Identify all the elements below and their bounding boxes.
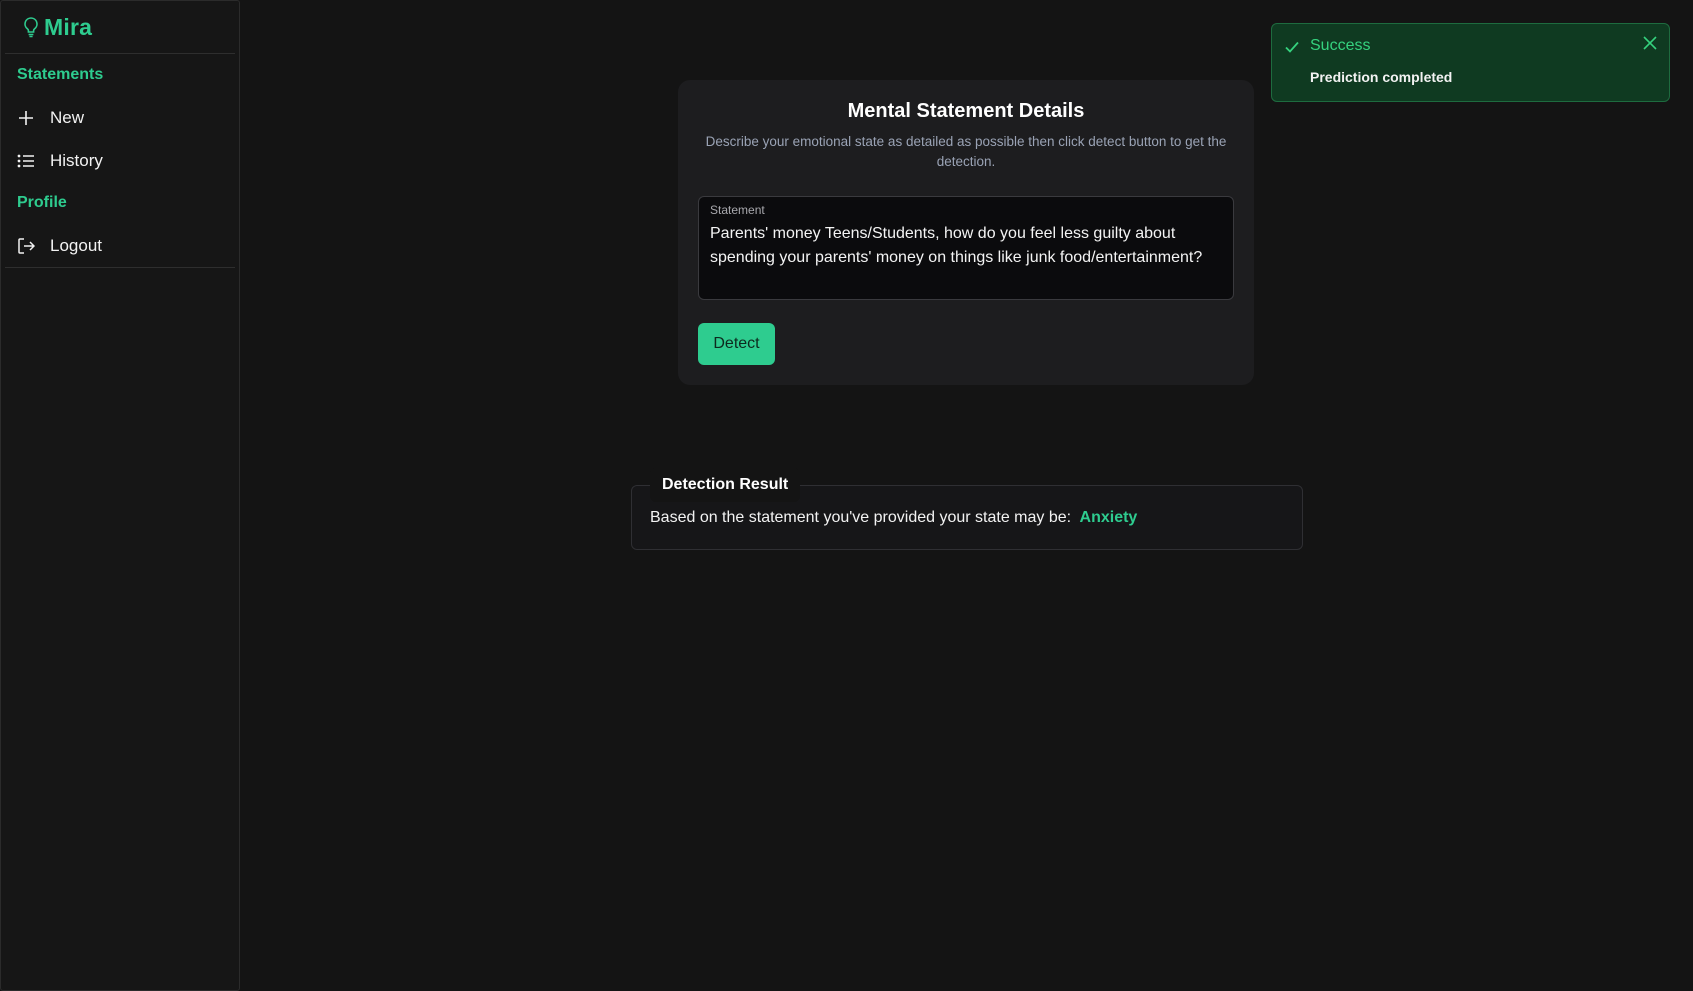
close-icon[interactable] xyxy=(1641,34,1659,52)
result-value: Anxiety xyxy=(1079,509,1138,526)
plus-icon xyxy=(19,110,33,125)
sidebar: Mira Statements New History Profile Logo… xyxy=(0,0,240,991)
card-title: Mental Statement Details xyxy=(847,100,1085,122)
list-icon xyxy=(17,154,34,167)
sidebar-item-logout[interactable]: Logout xyxy=(1,224,239,267)
result-text-line: Based on the statement you've provided y… xyxy=(650,509,1137,527)
toast-title: Success xyxy=(1310,37,1371,54)
sidebar-divider xyxy=(5,267,235,268)
app-name: Mira xyxy=(44,13,93,40)
sidebar-item-new[interactable]: New xyxy=(1,96,239,139)
statement-card: Mental Statement Details Describe your e… xyxy=(678,80,1254,385)
sidebar-item-label: Logout xyxy=(50,235,102,255)
result-title: Detection Result xyxy=(650,468,801,502)
success-toast: Success Prediction completed xyxy=(1271,23,1670,102)
statement-label: Statement xyxy=(710,203,765,217)
check-icon xyxy=(1285,41,1299,53)
statement-textarea[interactable]: Parents' money Teens/Students, how do yo… xyxy=(710,222,1219,270)
sidebar-item-label: New xyxy=(50,107,85,127)
brand[interactable]: Mira xyxy=(5,1,235,54)
card-subtitle: Describe your emotional state as detaile… xyxy=(705,134,1227,169)
result-text: Based on the statement you've provided y… xyxy=(650,509,1072,526)
sidebar-item-history[interactable]: History xyxy=(1,139,239,182)
detection-result: Detection Result Based on the statement … xyxy=(631,468,1303,550)
section-title-profile[interactable]: Profile xyxy=(1,182,239,224)
detect-button[interactable]: Detect xyxy=(698,323,775,365)
section-title-statements: Statements xyxy=(17,66,104,83)
toast-message: Prediction completed xyxy=(1310,69,1453,85)
lightbulb-icon xyxy=(24,17,38,38)
logout-icon xyxy=(18,237,35,254)
statement-field[interactable]: Statement Parents' money Teens/Students,… xyxy=(698,196,1234,300)
sidebar-item-label: History xyxy=(50,150,103,170)
